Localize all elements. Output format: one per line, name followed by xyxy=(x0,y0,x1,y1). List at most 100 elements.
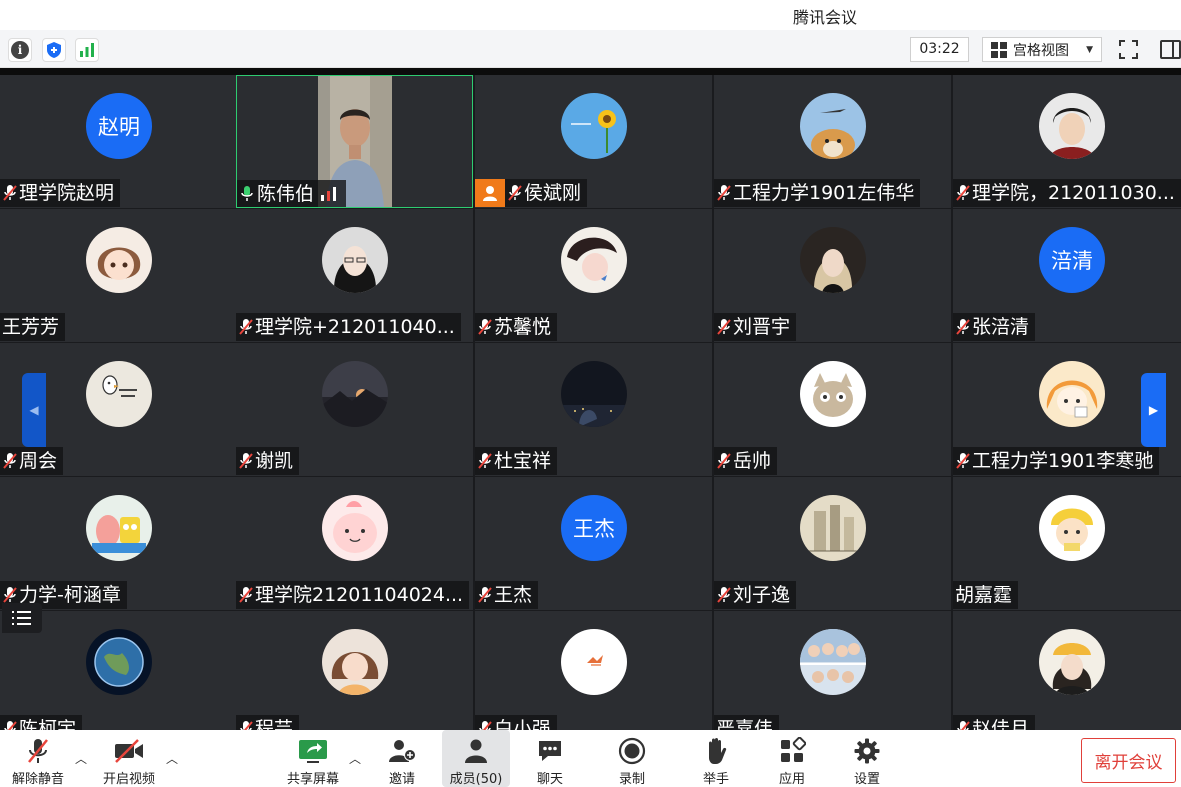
leave-meeting-button[interactable]: 离开会议 xyxy=(1081,738,1176,783)
participant-tile[interactable]: 胡嘉霆 xyxy=(953,477,1181,610)
avatar xyxy=(800,361,866,427)
participant-name: 理学院21201104024... xyxy=(255,584,464,606)
participant-nameplate: 杜宝祥 xyxy=(475,447,558,475)
avatar xyxy=(561,361,627,427)
security-shield-icon[interactable] xyxy=(42,38,66,62)
participant-tile[interactable]: 工程力学1901左伟华 xyxy=(714,75,951,208)
participant-nameplate: 严嘉伟 xyxy=(714,715,780,730)
raise-hand-button[interactable]: 举手 xyxy=(694,730,738,787)
participant-nameplate: 理学院+212011040... xyxy=(236,313,461,341)
participant-nameplate: 王杰 xyxy=(475,581,539,609)
avatar xyxy=(800,227,866,293)
share-screen-button[interactable]: 共享屏幕 xyxy=(282,730,344,787)
participant-nameplate: 刘晋宇 xyxy=(714,313,797,341)
settings-label: 设置 xyxy=(853,772,880,787)
unmute-button[interactable]: 解除静音 xyxy=(8,730,68,787)
record-icon xyxy=(618,736,646,766)
signal-strength-icon xyxy=(321,187,337,201)
video-options-chevron-up-icon[interactable]: ︿ xyxy=(166,750,178,767)
network-signal-icon[interactable] xyxy=(75,38,99,62)
participant-tile[interactable]: 赵明 理学院赵明 xyxy=(0,75,237,208)
start-video-button[interactable]: 开启视频 xyxy=(98,730,160,787)
participant-name: 陈伟伯 xyxy=(257,183,315,205)
mic-muted-icon xyxy=(717,185,731,201)
participant-nameplate: 工程力学1901左伟华 xyxy=(714,179,921,207)
list-view-icon[interactable] xyxy=(2,603,42,633)
participant-tile[interactable]: 岳帅 xyxy=(714,343,951,476)
title-bar: 腾讯会议 xyxy=(0,0,1181,30)
start-video-label: 开启视频 xyxy=(102,772,155,787)
audio-options-chevron-up-icon[interactable]: ︿ xyxy=(75,750,87,767)
participant-tile-active-speaker[interactable]: 陈伟伯 xyxy=(236,75,473,208)
avatar: 涪清 xyxy=(1039,227,1105,293)
participant-tile[interactable]: 理学院21201104024... xyxy=(236,477,473,610)
participant-nameplate: 理学院赵明 xyxy=(0,179,121,207)
participant-name: 王芳芳 xyxy=(2,316,60,338)
chat-label: 聊天 xyxy=(536,772,563,787)
host-badge xyxy=(475,179,505,207)
participant-tile[interactable]: 王芳芳 xyxy=(0,209,237,342)
chat-button[interactable]: 聊天 xyxy=(528,730,572,787)
window-title: 腾讯会议 xyxy=(792,8,857,27)
participant-tile[interactable]: 程芸 xyxy=(236,611,473,730)
previous-page-button[interactable]: ◀ xyxy=(22,373,46,447)
participant-nameplate: 张涪清 xyxy=(953,313,1036,341)
participant-tile[interactable]: 白小强 xyxy=(475,611,712,730)
mic-muted-icon xyxy=(478,587,492,603)
participant-tile[interactable]: 赵佳月 xyxy=(953,611,1181,730)
participant-tile[interactable]: 侯斌刚 xyxy=(475,75,712,208)
raise-hand-label: 举手 xyxy=(702,772,729,787)
caret-down-icon: ▼ xyxy=(1086,44,1093,55)
fullscreen-icon[interactable] xyxy=(1116,37,1141,62)
share-screen-label: 共享屏幕 xyxy=(286,772,339,787)
avatar xyxy=(86,495,152,561)
participant-name: 杜宝祥 xyxy=(494,450,552,472)
sidebar-toggle-icon[interactable] xyxy=(1158,37,1181,62)
avatar xyxy=(800,629,866,695)
participant-name: 理学院+212011040... xyxy=(255,316,455,338)
avatar xyxy=(1039,629,1105,695)
participant-tile[interactable]: 苏馨悦 xyxy=(475,209,712,342)
participant-name: 理学院，212011030... xyxy=(972,182,1175,204)
next-page-button[interactable]: ▶ xyxy=(1141,373,1166,447)
avatar: 王杰 xyxy=(561,495,627,561)
participant-tile[interactable]: 理学院+212011040... xyxy=(236,209,473,342)
members-label: 成员(50) xyxy=(449,772,503,787)
participant-tile[interactable]: 严嘉伟 xyxy=(714,611,951,730)
raised-hand-icon xyxy=(703,736,729,766)
participant-tile[interactable]: 王杰 王杰 xyxy=(475,477,712,610)
info-icon[interactable]: i xyxy=(8,38,32,62)
participant-tile[interactable]: 理学院，212011030... xyxy=(953,75,1181,208)
record-label: 录制 xyxy=(618,772,645,787)
avatar xyxy=(800,495,866,561)
avatar xyxy=(1039,495,1105,561)
participant-nameplate: 程芸 xyxy=(236,715,300,730)
participant-tile[interactable]: 杜宝祥 xyxy=(475,343,712,476)
participant-nameplate: 赵佳月 xyxy=(953,715,1036,730)
mic-muted-icon xyxy=(717,319,731,335)
participant-name: 苏馨悦 xyxy=(494,316,552,338)
meeting-timer: 03:22 xyxy=(910,37,969,62)
record-button[interactable]: 录制 xyxy=(610,730,654,787)
view-mode-dropdown[interactable]: 宫格视图 ▼ xyxy=(982,37,1102,62)
participant-tile[interactable]: 刘晋宇 xyxy=(714,209,951,342)
participant-name: 工程力学1901李寒驰 xyxy=(972,450,1154,472)
divider-bar xyxy=(0,68,1181,75)
invite-label: 邀请 xyxy=(388,772,415,787)
invite-button[interactable]: 邀请 xyxy=(380,730,424,787)
participant-tile[interactable]: 涪清 张涪清 xyxy=(953,209,1181,342)
apps-label: 应用 xyxy=(778,772,805,787)
participant-tile[interactable]: 谢凯 xyxy=(236,343,473,476)
participant-tile[interactable]: 力学-柯涵章 xyxy=(0,477,237,610)
avatar: 赵明 xyxy=(86,93,152,159)
members-button[interactable]: 成员(50) xyxy=(442,730,510,787)
mic-muted-icon xyxy=(3,453,17,469)
participant-name: 白小强 xyxy=(494,718,552,730)
avatar xyxy=(561,227,627,293)
participant-name: 岳帅 xyxy=(733,450,772,472)
apps-button[interactable]: 应用 xyxy=(770,730,814,787)
settings-button[interactable]: 设置 xyxy=(845,730,889,787)
share-options-chevron-up-icon[interactable]: ︿ xyxy=(349,750,361,767)
participant-tile[interactable]: 刘子逸 xyxy=(714,477,951,610)
top-toolbar: i 03:22 宫格视图 ▼ xyxy=(0,30,1181,68)
